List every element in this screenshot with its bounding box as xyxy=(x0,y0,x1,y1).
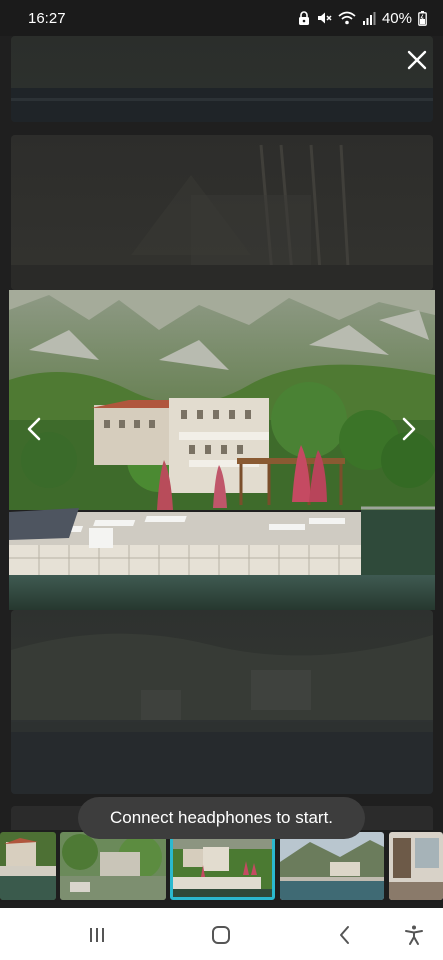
back-icon[interactable] xyxy=(334,924,356,946)
thumbnail[interactable] xyxy=(280,832,384,900)
recent-apps-icon[interactable] xyxy=(86,924,108,946)
gallery-image-dimmed xyxy=(11,135,433,290)
toast-message: Connect headphones to start. xyxy=(78,797,365,839)
thumbnail[interactable] xyxy=(389,832,443,900)
mute-icon xyxy=(317,12,332,24)
chevron-left-icon[interactable] xyxy=(22,416,48,442)
lock-icon xyxy=(298,11,309,25)
chevron-right-icon[interactable] xyxy=(395,416,421,442)
status-bar: 16:27 40% xyxy=(0,0,443,36)
battery-icon xyxy=(418,10,427,26)
battery-percent: 40% xyxy=(381,9,412,27)
thumbnail-strip[interactable] xyxy=(0,830,443,902)
home-icon[interactable] xyxy=(210,924,232,946)
photo-viewer-screen: 16:27 40% Connect headphones to start. xyxy=(0,0,443,960)
thumbnail-selected[interactable] xyxy=(170,832,275,900)
main-photo[interactable] xyxy=(9,290,435,610)
status-icons: 40% xyxy=(298,10,427,27)
wifi-icon xyxy=(338,11,356,25)
gallery-image-dimmed xyxy=(11,610,433,794)
gallery-image-dimmed xyxy=(11,36,433,122)
signal-icon xyxy=(362,12,376,25)
accessibility-icon[interactable] xyxy=(403,924,425,946)
thumbnail[interactable] xyxy=(60,832,166,900)
status-time: 16:27 xyxy=(28,9,66,27)
thumbnail[interactable] xyxy=(0,832,56,900)
close-icon[interactable] xyxy=(405,48,429,72)
system-nav-bar xyxy=(0,908,443,960)
